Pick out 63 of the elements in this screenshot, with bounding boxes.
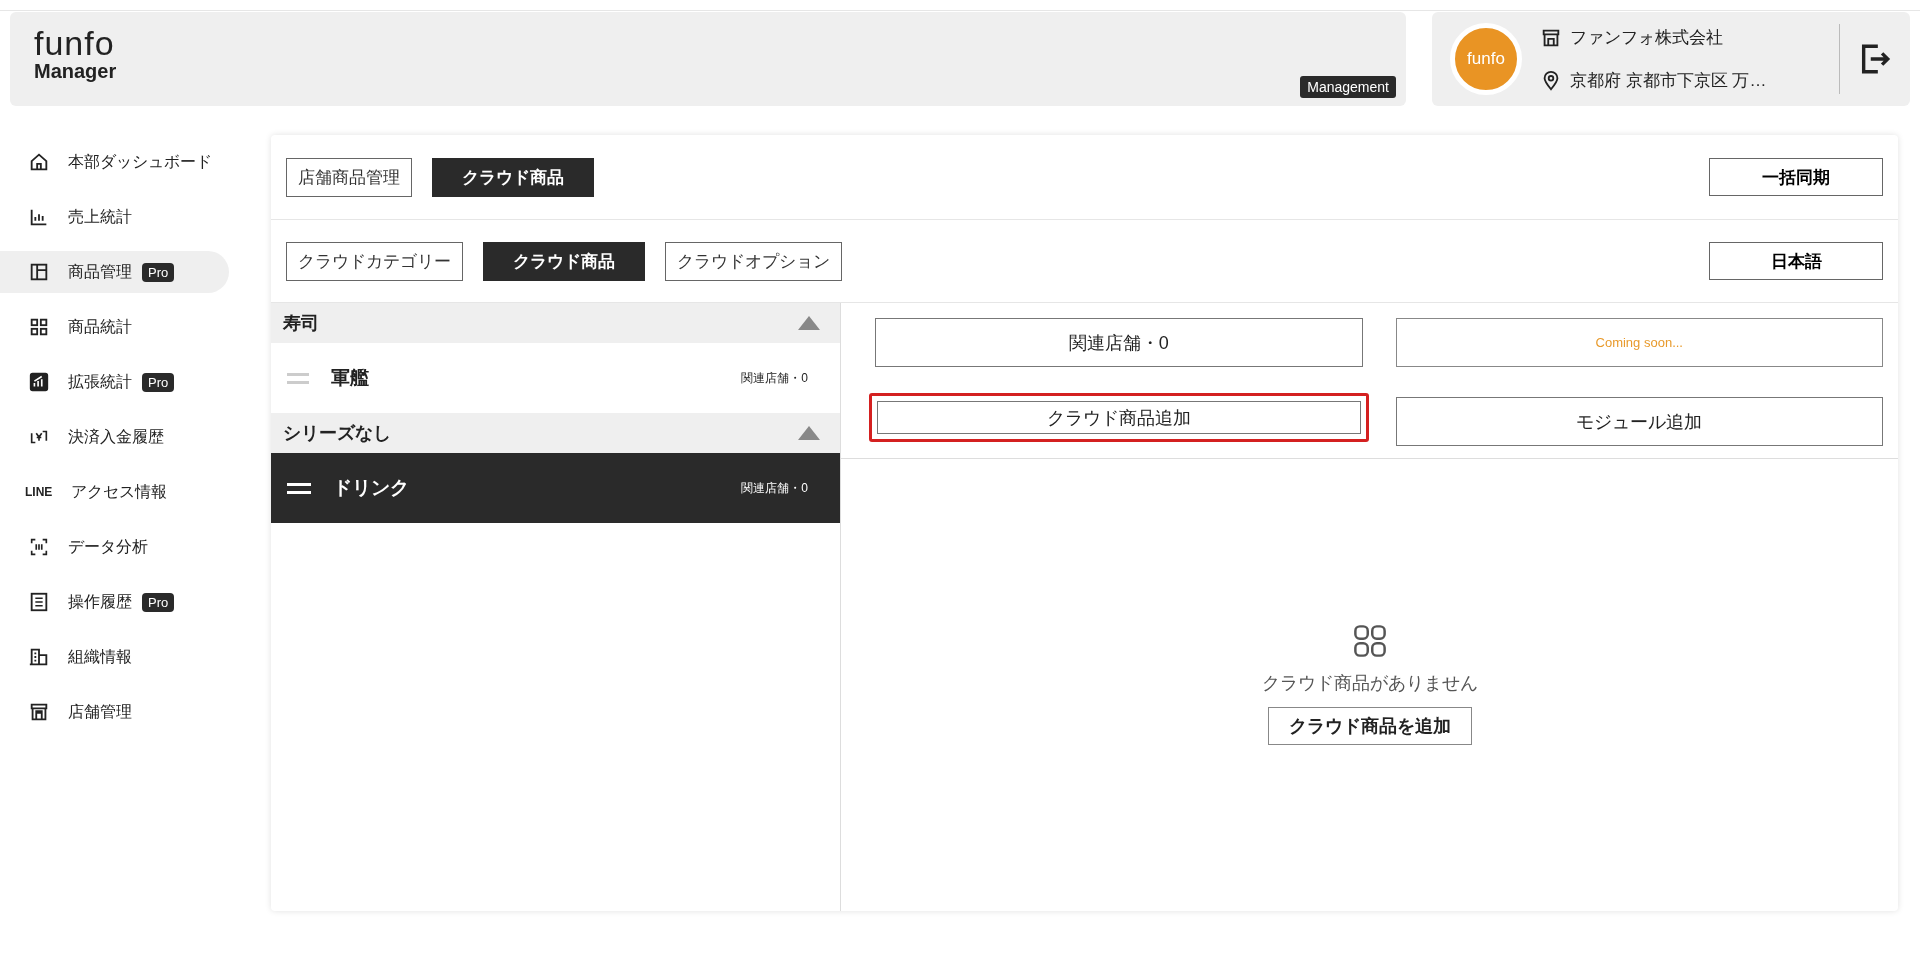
- group-name: シリーズなし: [283, 422, 391, 445]
- item-meta: 関連店舗・0: [741, 479, 808, 497]
- sidebar-label: データ分析: [68, 536, 148, 557]
- sidebar-label: 本部ダッシュボード: [68, 151, 212, 172]
- language-button[interactable]: 日本語: [1709, 242, 1883, 280]
- sidebar-label: 売上統計: [68, 206, 132, 227]
- brand-label: LINE: [25, 485, 53, 499]
- address-text: 京都府 京都市下京区 万…: [1570, 70, 1767, 92]
- tab[interactable]: 店舗商品管理: [286, 157, 412, 197]
- drag-handle-icon[interactable]: [287, 372, 309, 384]
- sidebar-label: 操作履歴: [68, 591, 132, 612]
- sidebar-item[interactable]: 店舗管理: [0, 691, 229, 733]
- sidebar-item[interactable]: LINE アクセス情報: [0, 471, 229, 513]
- store-icon: [28, 701, 50, 723]
- sidebar-label: 商品統計: [68, 316, 132, 337]
- logo-text: funfo: [34, 26, 115, 60]
- tab[interactable]: クラウドカテゴリー: [286, 241, 463, 281]
- sidebar-item[interactable]: 商品管理 Pro: [0, 251, 229, 293]
- scan-icon: [28, 536, 50, 558]
- app-name: Manager: [34, 60, 117, 83]
- sidebar-item[interactable]: 売上統計: [0, 196, 229, 238]
- sidebar-label: アクセス情報: [71, 481, 167, 502]
- add-product-button[interactable]: クラウド商品を追加: [1267, 707, 1472, 745]
- grid-icon: [28, 316, 50, 338]
- sidebar-label: 店舗管理: [68, 701, 132, 722]
- group-name: 寿司: [283, 312, 319, 335]
- sidebar-item[interactable]: 組織情報: [0, 636, 229, 678]
- tab[interactable]: クラウド商品: [432, 157, 594, 197]
- sidebar-item[interactable]: 操作履歴 Pro: [0, 581, 229, 623]
- home-icon: [28, 151, 50, 173]
- avatar: funfo: [1450, 23, 1522, 95]
- list-icon: [28, 591, 50, 613]
- tab[interactable]: クラウド商品: [483, 241, 645, 281]
- sidebar-label: 商品管理: [68, 261, 132, 282]
- pro-badge: Pro: [142, 372, 175, 392]
- sidebar-label: 拡張統計: [68, 371, 132, 392]
- sidebar-item[interactable]: 商品統計: [0, 306, 229, 348]
- action-button[interactable]: クラウド商品追加: [869, 393, 1369, 442]
- action-button[interactable]: モジュール追加: [1395, 397, 1883, 446]
- grid-icon: [1351, 623, 1388, 659]
- role-badge: Management: [1300, 76, 1396, 98]
- sidebar-item[interactable]: 本部ダッシュボード: [0, 141, 229, 183]
- list-item[interactable]: ドリンク 関連店舗・0: [271, 453, 840, 523]
- pro-badge: Pro: [142, 262, 175, 282]
- company-name: ファンフォ株式会社: [1570, 27, 1723, 49]
- building-icon: [28, 646, 50, 668]
- empty-message: クラウド商品がありません: [1261, 672, 1478, 695]
- chart-tile-icon: [28, 371, 50, 393]
- sync-button[interactable]: 一括同期: [1709, 158, 1883, 196]
- layout-icon: [28, 261, 50, 283]
- sidebar-item[interactable]: データ分析: [0, 526, 229, 568]
- group-header[interactable]: 寿司: [271, 303, 840, 343]
- pro-badge: Pro: [142, 592, 175, 612]
- item-name: 軍艦: [331, 366, 370, 390]
- group-header[interactable]: シリーズなし: [271, 413, 840, 453]
- action-button[interactable]: 関連店舗・0: [875, 318, 1363, 367]
- tab[interactable]: クラウドオプション: [665, 241, 842, 281]
- sidebar-item[interactable]: 拡張統計 Pro: [0, 361, 229, 403]
- sidebar-label: 決済入金履歴: [68, 426, 164, 447]
- item-name: ドリンク: [333, 476, 410, 500]
- item-meta: 関連店舗・0: [741, 369, 808, 387]
- sidebar-label: 組織情報: [68, 646, 132, 667]
- sidebar-item[interactable]: 決済入金履歴: [0, 416, 229, 458]
